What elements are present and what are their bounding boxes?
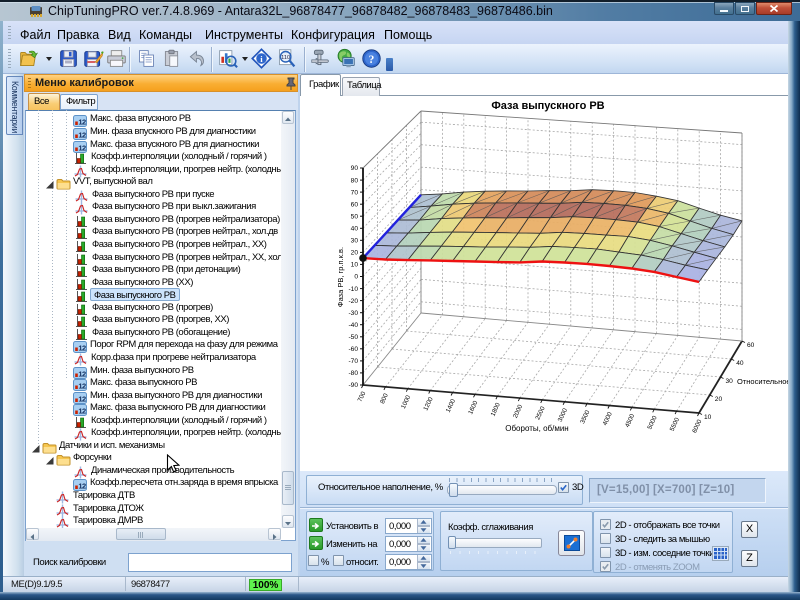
svg-text:-50: -50 <box>348 334 358 341</box>
svg-text:60: 60 <box>351 201 359 208</box>
svg-text:-80: -80 <box>348 370 358 377</box>
svg-text:1400: 1400 <box>445 398 457 414</box>
svg-text:60: 60 <box>747 342 755 349</box>
svg-text:80: 80 <box>351 177 359 184</box>
svg-text:?: ? <box>369 54 375 66</box>
svg-text:Обороты, об/мин: Обороты, об/мин <box>505 424 568 433</box>
svg-text:0: 0 <box>354 274 358 281</box>
svg-text:1200: 1200 <box>422 396 434 412</box>
svg-text:12: 12 <box>78 118 86 127</box>
svg-text:700: 700 <box>357 390 368 403</box>
svg-text:-90: -90 <box>348 382 358 389</box>
svg-text:2500: 2500 <box>534 405 546 421</box>
svg-text:-10: -10 <box>348 286 358 293</box>
svg-text:-30: -30 <box>348 310 358 317</box>
svg-text:1800: 1800 <box>490 401 502 417</box>
svg-text:6000: 6000 <box>691 418 703 434</box>
svg-text:-60: -60 <box>348 346 358 353</box>
svg-text:70: 70 <box>351 189 359 196</box>
svg-text:110: 110 <box>281 55 290 61</box>
svg-text:1600: 1600 <box>467 399 479 415</box>
svg-text:Фаза выпускного РВ: Фаза выпускного РВ <box>491 100 604 112</box>
svg-text:30: 30 <box>726 378 734 385</box>
svg-text:90: 90 <box>351 165 359 172</box>
svg-text:10: 10 <box>351 262 359 269</box>
svg-text:4000: 4000 <box>602 411 614 427</box>
svg-text:30: 30 <box>351 238 359 245</box>
svg-text:-40: -40 <box>348 322 358 329</box>
svg-text:3000: 3000 <box>557 407 569 423</box>
svg-text:10: 10 <box>704 414 712 421</box>
svg-text:40: 40 <box>736 360 744 367</box>
svg-text:3500: 3500 <box>579 409 591 425</box>
svg-text:800: 800 <box>379 392 390 405</box>
svg-text:12: 12 <box>78 344 86 353</box>
svg-text:12: 12 <box>78 131 86 140</box>
svg-text:-70: -70 <box>348 358 358 365</box>
svg-text:Фаза РВ, гр.п.к.в.: Фаза РВ, гр.п.к.в. <box>336 247 345 307</box>
svg-text:2000: 2000 <box>512 403 524 419</box>
svg-text:12: 12 <box>78 382 86 391</box>
svg-text:20: 20 <box>715 396 723 403</box>
svg-text:20: 20 <box>351 250 359 257</box>
svg-text:5500: 5500 <box>669 416 681 432</box>
svg-text:-20: -20 <box>348 298 358 305</box>
svg-text:1000: 1000 <box>400 394 412 410</box>
svg-text:4500: 4500 <box>624 413 636 429</box>
svg-text:Относительное наполнение: Относительное наполнение <box>737 377 788 386</box>
svg-text:50: 50 <box>351 213 359 220</box>
svg-text:40: 40 <box>351 226 359 233</box>
svg-text:12: 12 <box>78 407 86 416</box>
svg-text:5000: 5000 <box>646 414 658 430</box>
